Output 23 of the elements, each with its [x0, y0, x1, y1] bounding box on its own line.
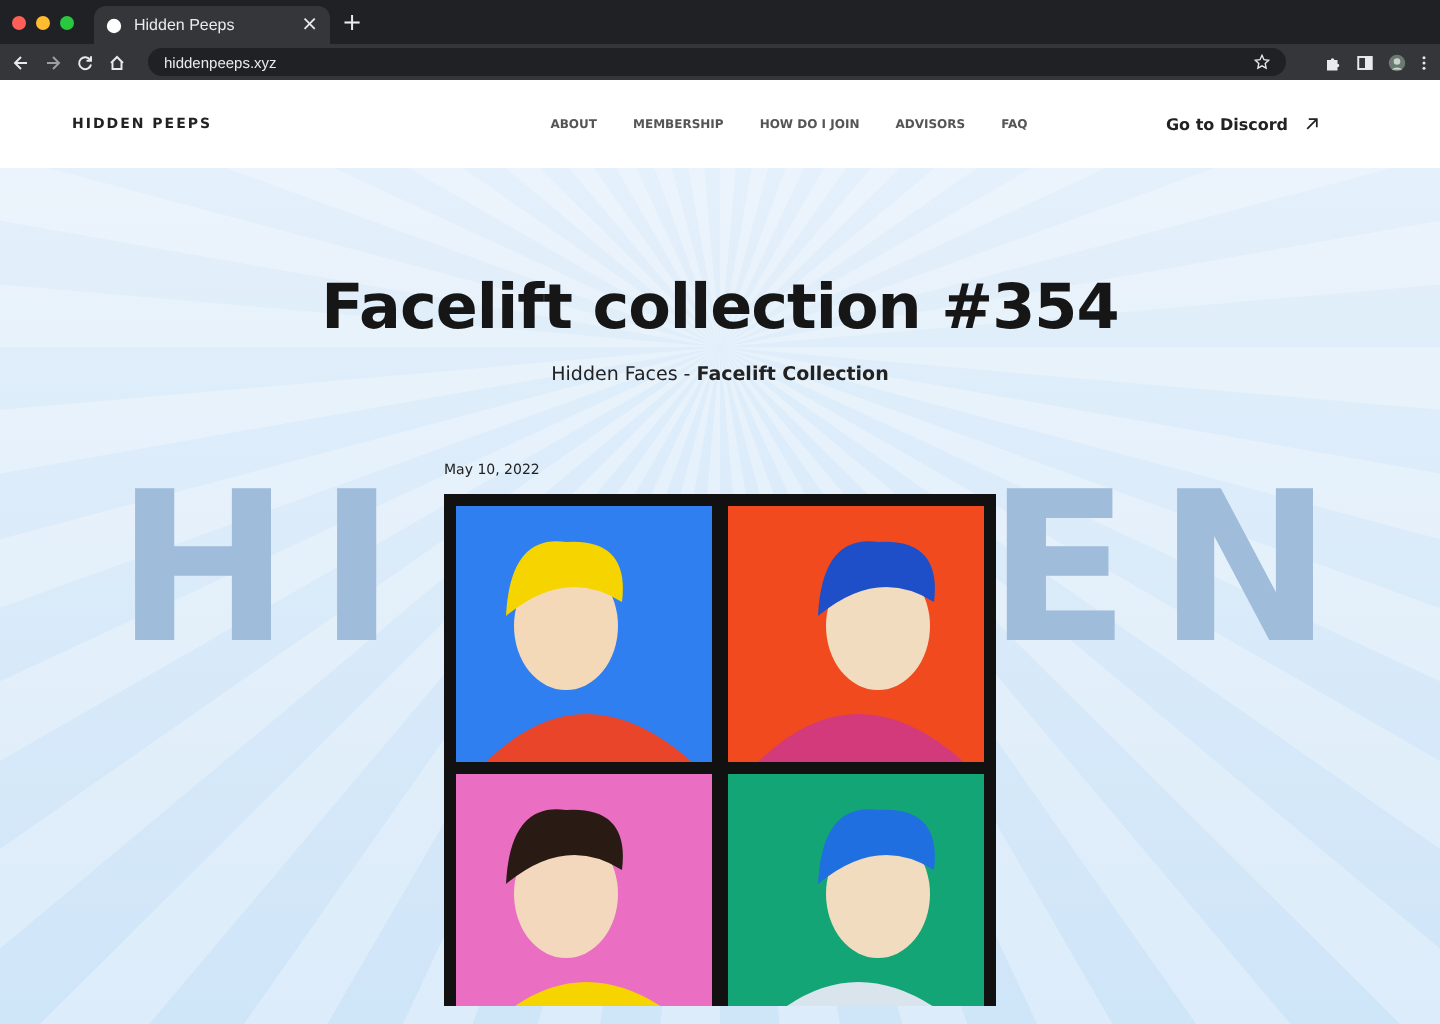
favicon-icon: [106, 17, 122, 33]
profile-avatar-icon[interactable]: [1388, 53, 1406, 71]
browser-tab[interactable]: Hidden Peeps ×: [94, 6, 330, 44]
puzzle-piece-icon[interactable]: [1324, 53, 1342, 71]
minimize-window-icon[interactable]: [36, 15, 50, 29]
close-tab-button[interactable]: ×: [301, 15, 318, 35]
subtitle: Hidden Faces - Facelift Collection: [551, 364, 889, 386]
page-title: Facelift collection #354: [321, 272, 1119, 344]
back-icon[interactable]: [12, 53, 30, 71]
tab-title: Hidden Peeps: [134, 16, 237, 34]
maximize-window-icon[interactable]: [60, 15, 74, 29]
background-watermark-text: EN: [987, 468, 1360, 668]
discord-link[interactable]: Go to Discord: [1165, 115, 1320, 133]
background-watermark-text: HI: [116, 468, 424, 668]
forward-icon[interactable]: [44, 53, 62, 71]
home-icon[interactable]: [108, 53, 126, 71]
close-window-icon[interactable]: [12, 15, 26, 29]
bookmark-star-icon[interactable]: [1254, 54, 1270, 70]
menu-icon[interactable]: [1420, 53, 1428, 71]
side-panel-icon[interactable]: [1356, 53, 1374, 71]
new-tab-button[interactable]: +: [342, 10, 363, 34]
arrow-up-right-icon: [1304, 116, 1320, 132]
reload-icon[interactable]: [76, 53, 94, 71]
